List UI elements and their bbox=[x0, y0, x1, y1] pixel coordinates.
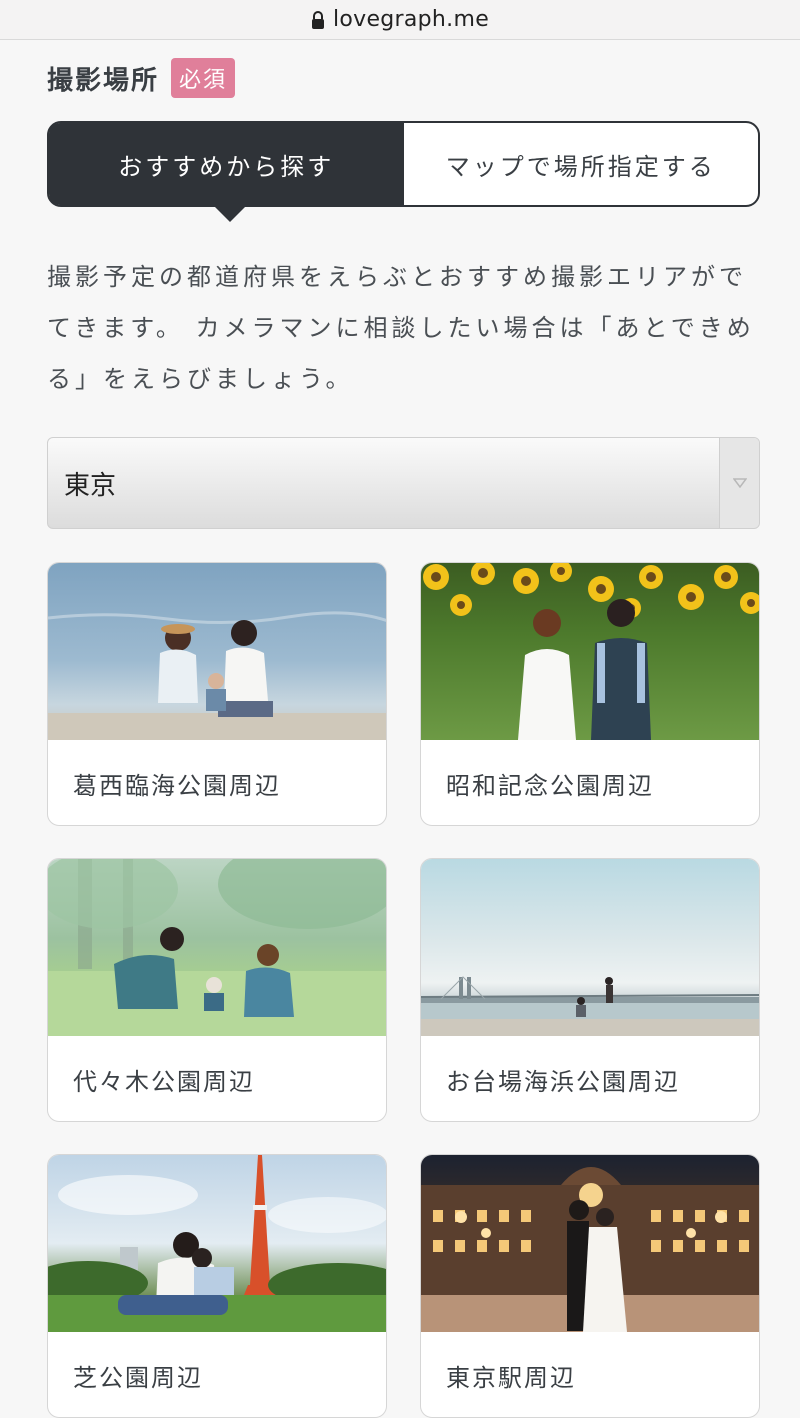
search-mode-tabs: おすすめから探す マップで場所指定する bbox=[47, 121, 760, 222]
area-card[interactable]: 代々木公園周辺 bbox=[47, 858, 387, 1122]
area-photo bbox=[421, 859, 759, 1036]
section-title: 撮影場所 bbox=[47, 65, 160, 96]
area-card[interactable]: 東京駅周辺 bbox=[420, 1154, 760, 1418]
area-card[interactable]: 昭和記念公園周辺 bbox=[420, 562, 760, 826]
area-name: 芝公園周辺 bbox=[73, 1364, 203, 1392]
area-name: お台場海浜公園周辺 bbox=[446, 1068, 680, 1096]
area-photo bbox=[48, 563, 386, 740]
area-photo bbox=[421, 1155, 759, 1332]
area-card[interactable]: 葛西臨海公園周辺 bbox=[47, 562, 387, 826]
triangle-down-icon bbox=[719, 438, 759, 528]
lock-icon bbox=[311, 10, 325, 29]
area-photo bbox=[421, 563, 759, 740]
area-photo bbox=[48, 859, 386, 1036]
section-header: 撮影場所 必須 bbox=[47, 58, 236, 98]
area-name: 代々木公園周辺 bbox=[73, 1068, 255, 1096]
tab-map[interactable]: マップで場所指定する bbox=[404, 123, 759, 205]
prefecture-select-value: 東京 bbox=[64, 470, 117, 501]
url-text[interactable]: lovegraph.me bbox=[333, 7, 489, 32]
address-bar[interactable]: lovegraph.me bbox=[0, 0, 800, 40]
area-name: 葛西臨海公園周辺 bbox=[73, 772, 281, 800]
area-name: 昭和記念公園周辺 bbox=[446, 772, 654, 800]
prefecture-select[interactable]: 東京 bbox=[47, 437, 760, 529]
area-name: 東京駅周辺 bbox=[446, 1364, 576, 1392]
area-photo bbox=[48, 1155, 386, 1332]
area-card[interactable]: お台場海浜公園周辺 bbox=[420, 858, 760, 1122]
description-text: 撮影予定の都道府県をえらぶとおすすめ撮影エリアがでてきます。 カメラマンに相談し… bbox=[47, 263, 755, 393]
required-badge: 必須 bbox=[171, 58, 236, 98]
tab-recommended[interactable]: おすすめから探す bbox=[49, 123, 404, 222]
area-card[interactable]: 芝公園周辺 bbox=[47, 1154, 387, 1418]
